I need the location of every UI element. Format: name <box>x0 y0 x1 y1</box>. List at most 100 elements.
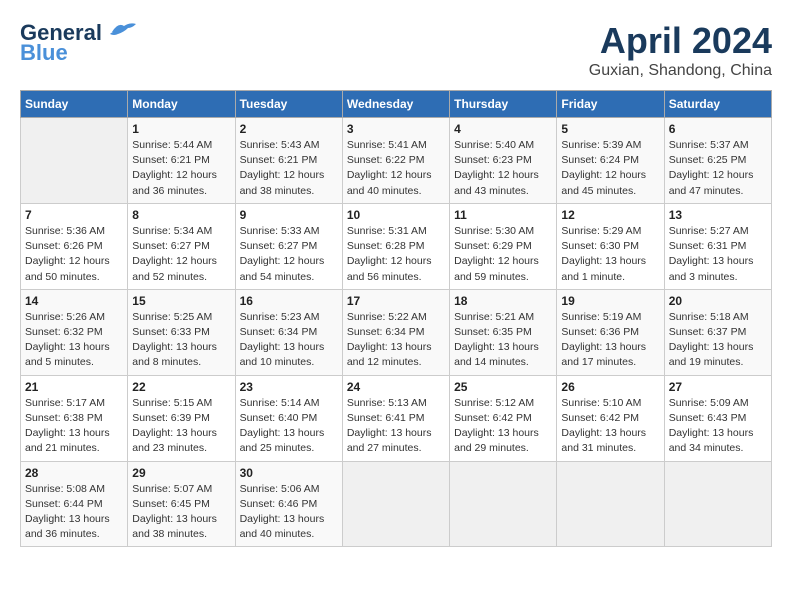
day-info: Sunrise: 5:12 AM Sunset: 6:42 PM Dayligh… <box>454 396 552 457</box>
day-info: Sunrise: 5:06 AM Sunset: 6:46 PM Dayligh… <box>240 482 338 543</box>
day-info: Sunrise: 5:10 AM Sunset: 6:42 PM Dayligh… <box>561 396 659 457</box>
day-number: 7 <box>25 208 123 222</box>
day-number: 9 <box>240 208 338 222</box>
day-info: Sunrise: 5:41 AM Sunset: 6:22 PM Dayligh… <box>347 138 445 199</box>
calendar-cell: 17 Sunrise: 5:22 AM Sunset: 6:34 PM Dayli… <box>342 289 449 375</box>
calendar-cell: 30 Sunrise: 5:06 AM Sunset: 6:46 PM Dayli… <box>235 461 342 547</box>
header-wednesday: Wednesday <box>342 91 449 118</box>
calendar-cell: 1Sunrise: 5:44 AM Sunset: 6:21 PM Daylig… <box>128 118 235 204</box>
header-sunday: Sunday <box>21 91 128 118</box>
calendar-cell: 27Sunrise: 5:09 AM Sunset: 6:43 PM Dayli… <box>664 375 771 461</box>
week-row-4: 21 Sunrise: 5:17 AM Sunset: 6:38 PM Dayli… <box>21 375 772 461</box>
day-number: 26 <box>561 380 659 394</box>
day-number: 18 <box>454 294 552 308</box>
day-number: 5 <box>561 122 659 136</box>
day-info: Sunrise: 5:40 AM Sunset: 6:23 PM Dayligh… <box>454 138 552 199</box>
day-info: Sunrise: 5:13 AM Sunset: 6:41 PM Dayligh… <box>347 396 445 457</box>
calendar-cell <box>557 461 664 547</box>
page-header: General Blue April 2024 Guxian, Shandong… <box>20 20 772 80</box>
week-row-5: 28 Sunrise: 5:08 AM Sunset: 6:44 PM Dayli… <box>21 461 772 547</box>
day-info: Sunrise: 5:33 AM Sunset: 6:27 PM Dayligh… <box>240 224 338 285</box>
day-number: 29 <box>132 466 230 480</box>
day-number: 25 <box>454 380 552 394</box>
calendar-cell: 26 Sunrise: 5:10 AM Sunset: 6:42 PM Dayli… <box>557 375 664 461</box>
header-monday: Monday <box>128 91 235 118</box>
day-info: Sunrise: 5:36 AM Sunset: 6:26 PM Dayligh… <box>25 224 123 285</box>
day-number: 19 <box>561 294 659 308</box>
calendar-cell: 3 Sunrise: 5:41 AM Sunset: 6:22 PM Daylig… <box>342 118 449 204</box>
calendar-cell: 22Sunrise: 5:15 AM Sunset: 6:39 PM Dayli… <box>128 375 235 461</box>
calendar-cell: 4 Sunrise: 5:40 AM Sunset: 6:23 PM Daylig… <box>450 118 557 204</box>
day-info: Sunrise: 5:17 AM Sunset: 6:38 PM Dayligh… <box>25 396 123 457</box>
day-info: Sunrise: 5:26 AM Sunset: 6:32 PM Dayligh… <box>25 310 123 371</box>
day-number: 30 <box>240 466 338 480</box>
calendar-cell: 29 Sunrise: 5:07 AM Sunset: 6:45 PM Dayli… <box>128 461 235 547</box>
calendar-cell: 20Sunrise: 5:18 AM Sunset: 6:37 PM Dayli… <box>664 289 771 375</box>
week-row-1: 1Sunrise: 5:44 AM Sunset: 6:21 PM Daylig… <box>21 118 772 204</box>
calendar-cell: 13 Sunrise: 5:27 AM Sunset: 6:31 PM Dayli… <box>664 203 771 289</box>
week-row-2: 7 Sunrise: 5:36 AM Sunset: 6:26 PM Daylig… <box>21 203 772 289</box>
day-info: Sunrise: 5:37 AM Sunset: 6:25 PM Dayligh… <box>669 138 767 199</box>
day-number: 10 <box>347 208 445 222</box>
location-subtitle: Guxian, Shandong, China <box>589 62 772 80</box>
day-info: Sunrise: 5:09 AM Sunset: 6:43 PM Dayligh… <box>669 396 767 457</box>
day-info: Sunrise: 5:19 AM Sunset: 6:36 PM Dayligh… <box>561 310 659 371</box>
calendar-cell: 16 Sunrise: 5:23 AM Sunset: 6:34 PM Dayli… <box>235 289 342 375</box>
calendar-cell: 23 Sunrise: 5:14 AM Sunset: 6:40 PM Dayli… <box>235 375 342 461</box>
day-number: 3 <box>347 122 445 136</box>
calendar-cell: 9 Sunrise: 5:33 AM Sunset: 6:27 PM Daylig… <box>235 203 342 289</box>
day-info: Sunrise: 5:15 AM Sunset: 6:39 PM Dayligh… <box>132 396 230 457</box>
day-info: Sunrise: 5:22 AM Sunset: 6:34 PM Dayligh… <box>347 310 445 371</box>
calendar-cell: 7 Sunrise: 5:36 AM Sunset: 6:26 PM Daylig… <box>21 203 128 289</box>
logo-bird-icon <box>104 18 136 40</box>
day-number: 21 <box>25 380 123 394</box>
day-number: 4 <box>454 122 552 136</box>
calendar-cell: 25 Sunrise: 5:12 AM Sunset: 6:42 PM Dayli… <box>450 375 557 461</box>
calendar-cell: 2Sunrise: 5:43 AM Sunset: 6:21 PM Daylig… <box>235 118 342 204</box>
title-block: April 2024 Guxian, Shandong, China <box>589 20 772 80</box>
calendar-cell: 14Sunrise: 5:26 AM Sunset: 6:32 PM Dayli… <box>21 289 128 375</box>
day-info: Sunrise: 5:30 AM Sunset: 6:29 PM Dayligh… <box>454 224 552 285</box>
calendar-cell: 8Sunrise: 5:34 AM Sunset: 6:27 PM Daylig… <box>128 203 235 289</box>
calendar-cell: 28 Sunrise: 5:08 AM Sunset: 6:44 PM Dayli… <box>21 461 128 547</box>
day-number: 11 <box>454 208 552 222</box>
month-title: April 2024 <box>589 20 772 62</box>
day-info: Sunrise: 5:27 AM Sunset: 6:31 PM Dayligh… <box>669 224 767 285</box>
day-info: Sunrise: 5:18 AM Sunset: 6:37 PM Dayligh… <box>669 310 767 371</box>
header-saturday: Saturday <box>664 91 771 118</box>
day-info: Sunrise: 5:39 AM Sunset: 6:24 PM Dayligh… <box>561 138 659 199</box>
day-number: 8 <box>132 208 230 222</box>
calendar-cell: 19 Sunrise: 5:19 AM Sunset: 6:36 PM Dayli… <box>557 289 664 375</box>
day-number: 17 <box>347 294 445 308</box>
calendar-cell: 24 Sunrise: 5:13 AM Sunset: 6:41 PM Dayli… <box>342 375 449 461</box>
calendar-cell <box>664 461 771 547</box>
calendar-cell: 5 Sunrise: 5:39 AM Sunset: 6:24 PM Daylig… <box>557 118 664 204</box>
day-number: 23 <box>240 380 338 394</box>
logo-blue: Blue <box>20 40 68 66</box>
header-thursday: Thursday <box>450 91 557 118</box>
calendar-table: SundayMondayTuesdayWednesdayThursdayFrid… <box>20 90 772 547</box>
day-info: Sunrise: 5:23 AM Sunset: 6:34 PM Dayligh… <box>240 310 338 371</box>
calendar-cell <box>342 461 449 547</box>
calendar-cell: 15Sunrise: 5:25 AM Sunset: 6:33 PM Dayli… <box>128 289 235 375</box>
calendar-cell: 18Sunrise: 5:21 AM Sunset: 6:35 PM Dayli… <box>450 289 557 375</box>
day-number: 13 <box>669 208 767 222</box>
day-info: Sunrise: 5:29 AM Sunset: 6:30 PM Dayligh… <box>561 224 659 285</box>
calendar-cell <box>21 118 128 204</box>
day-info: Sunrise: 5:07 AM Sunset: 6:45 PM Dayligh… <box>132 482 230 543</box>
day-number: 12 <box>561 208 659 222</box>
day-info: Sunrise: 5:08 AM Sunset: 6:44 PM Dayligh… <box>25 482 123 543</box>
day-number: 28 <box>25 466 123 480</box>
calendar-cell <box>450 461 557 547</box>
day-number: 16 <box>240 294 338 308</box>
logo: General Blue <box>20 20 136 66</box>
day-info: Sunrise: 5:14 AM Sunset: 6:40 PM Dayligh… <box>240 396 338 457</box>
calendar-cell: 21 Sunrise: 5:17 AM Sunset: 6:38 PM Dayli… <box>21 375 128 461</box>
calendar-header-row: SundayMondayTuesdayWednesdayThursdayFrid… <box>21 91 772 118</box>
header-friday: Friday <box>557 91 664 118</box>
day-info: Sunrise: 5:44 AM Sunset: 6:21 PM Dayligh… <box>132 138 230 199</box>
day-number: 24 <box>347 380 445 394</box>
day-number: 6 <box>669 122 767 136</box>
day-number: 15 <box>132 294 230 308</box>
calendar-cell: 12 Sunrise: 5:29 AM Sunset: 6:30 PM Dayli… <box>557 203 664 289</box>
